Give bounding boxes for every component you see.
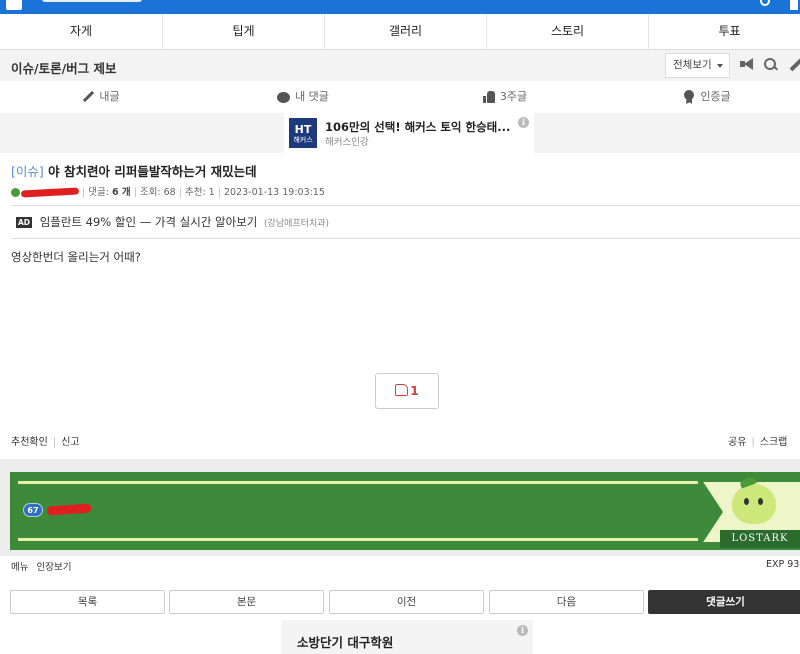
chevron-down-icon — [717, 64, 723, 68]
inline-text-ad[interactable]: AD 임플란트 49% 할인 — 가격 실시간 알아보기 (강남애프터치과) — [16, 214, 329, 230]
comment-count: 6 개 — [111, 187, 131, 198]
view-filter-value: 전체보기 — [673, 59, 712, 71]
user-level-icon — [11, 188, 20, 197]
menu-icon[interactable] — [790, 0, 798, 10]
search-icon[interactable] — [764, 58, 777, 71]
info-icon[interactable]: i — [517, 625, 528, 636]
board-title[interactable]: 이슈/토론/버그 제보 — [11, 58, 116, 77]
prev-button[interactable]: 이전 — [329, 590, 484, 614]
filter-label: 3주글 — [499, 90, 528, 103]
badge-icon — [683, 90, 695, 104]
info-icon[interactable]: i — [518, 117, 529, 128]
site-logo-icon[interactable] — [6, 0, 22, 10]
post-navigation-buttons: 목록 본문 이전 다음 댓글쓰기 — [10, 590, 800, 614]
tab-tips-board[interactable]: 팁게 — [162, 14, 324, 49]
top-ad-card[interactable]: HT 해커스 106만의 선택! 해커스 토익 한승태... 해커스인강 i — [284, 113, 534, 153]
comment-count-label: 댓글: — [88, 187, 109, 198]
ad-badge: AD — [16, 217, 33, 228]
tab-gallery[interactable]: 갤러리 — [324, 14, 486, 49]
account-icon[interactable] — [760, 0, 770, 6]
exp-indicator: EXP 93% — [766, 559, 800, 570]
ad-title: 106만의 선택! 해커스 토익 한승태... — [325, 120, 511, 134]
speech-bubble-icon — [277, 91, 291, 103]
share-link[interactable]: 공유 — [728, 437, 746, 448]
post-share-links: 공유 | 스크랩 — [728, 437, 788, 448]
next-button[interactable]: 다음 — [489, 590, 644, 614]
redacted-author-name[interactable] — [46, 503, 92, 516]
divider — [11, 205, 800, 206]
recommend-count: 1 — [410, 383, 419, 398]
tab-free-board[interactable]: 자게 — [0, 14, 162, 49]
post-title-text: 야 참치련아 리퍼들발작하는거 재밌는데 — [48, 164, 257, 179]
ad-logo-sub: 해커스 — [293, 136, 313, 144]
banner-stripe — [18, 538, 698, 541]
filter-my-posts[interactable]: 내글 — [0, 81, 202, 113]
post-action-links: 추천확인 | 신고 — [11, 437, 80, 448]
body-button[interactable]: 본문 — [169, 590, 324, 614]
inline-ad-source: (강남애프터치과) — [264, 219, 330, 229]
filter-my-comments[interactable]: 내 댓글 — [202, 81, 404, 113]
filter-label: 내글 — [99, 90, 120, 103]
board-nav-tabs: 자게 팁게 갤러리 스토리 투표 — [0, 14, 800, 50]
bottom-ad-title: 소방단기 대구학원 — [297, 635, 394, 650]
write-pencil-icon[interactable] — [788, 58, 800, 72]
ad-logo-main: HT — [294, 123, 312, 136]
filter-label: 인증글 — [700, 90, 731, 103]
post-filter-row: 내글 내 댓글 3주글 인증글 — [0, 81, 800, 113]
list-button[interactable]: 목록 — [10, 590, 165, 614]
ad-advertiser: 해커스인강 — [325, 137, 369, 148]
check-recommenders-link[interactable]: 추천확인 — [11, 437, 48, 448]
post-title: [이슈] 야 참치련아 리퍼들발작하는거 재밌는데 — [11, 161, 257, 180]
tab-story[interactable]: 스토리 — [486, 14, 648, 49]
bottom-ad-card[interactable]: 소방단기 대구학원 i — [281, 620, 533, 654]
divider — [11, 238, 800, 239]
recommend-button[interactable]: 1 — [375, 373, 439, 409]
view-count: 조회: 68 — [139, 187, 176, 198]
author-signature-banner: 67 LOSTARK — [10, 472, 800, 550]
thumbs-up-icon — [395, 384, 409, 396]
inline-ad-text: 임플란트 49% 할인 — 가격 실시간 알아보기 — [39, 215, 258, 229]
redacted-author-name[interactable] — [20, 187, 80, 198]
lostark-logo: LOSTARK — [720, 530, 800, 548]
report-link[interactable]: 신고 — [61, 437, 79, 448]
filter-verified-posts[interactable]: 인증글 — [606, 81, 800, 113]
level-badge: 67 — [23, 503, 43, 517]
mascot-character-image — [732, 484, 776, 524]
scrap-link[interactable]: 스크랩 — [760, 437, 788, 448]
tab-vote[interactable]: 투표 — [648, 14, 800, 49]
recommend-count-meta: 추천: 1 — [184, 187, 215, 198]
top-header-bar — [0, 0, 800, 14]
post-meta: | 댓글: 6 개 | 조회: 68 | 추천: 1 | 2023-01-13 … — [11, 184, 325, 198]
megaphone-icon[interactable] — [740, 58, 754, 70]
author-menu-links: 메뉴 인장보기 — [11, 559, 79, 573]
view-filter-select[interactable]: 전체보기 — [665, 53, 730, 78]
banner-stripe — [18, 481, 698, 484]
view-seal-link[interactable]: 인장보기 — [36, 562, 71, 573]
write-comment-button[interactable]: 댓글쓰기 — [648, 590, 800, 614]
filter-label: 내 댓글 — [295, 90, 329, 103]
author-menu-link[interactable]: 메뉴 — [11, 562, 28, 573]
pencil-icon — [82, 91, 94, 103]
filter-3week-posts[interactable]: 3주글 — [404, 81, 606, 113]
hackers-logo: HT 해커스 — [289, 118, 317, 148]
post-datetime: 2023-01-13 19:03:15 — [224, 187, 325, 198]
post-body: 영상한번더 올리는거 어때? — [11, 250, 141, 264]
thumbs-up-icon — [482, 91, 495, 103]
post-category-tag: [이슈] — [11, 164, 44, 179]
site-title-clipped[interactable] — [42, 0, 142, 2]
